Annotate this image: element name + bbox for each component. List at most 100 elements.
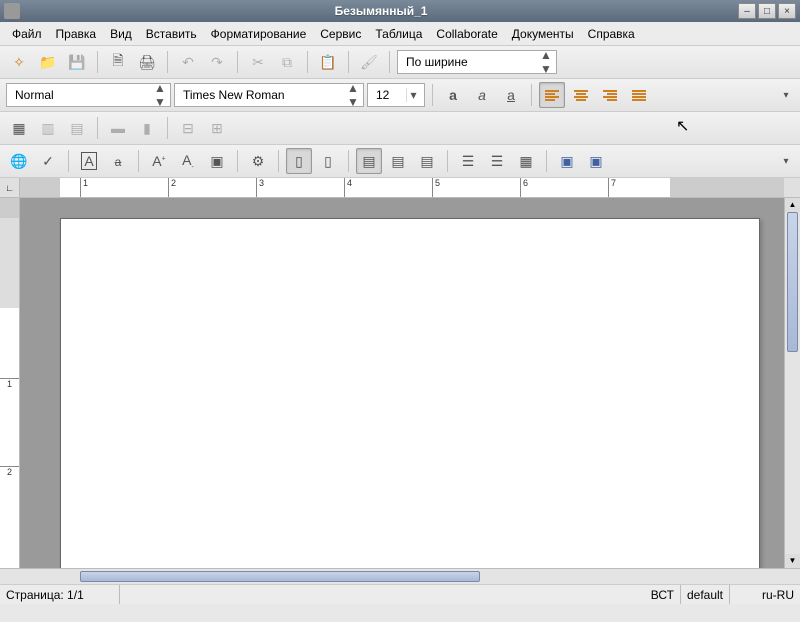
strikethrough-button[interactable]: a — [105, 148, 131, 174]
clone-format-button[interactable]: 🖌 — [356, 49, 382, 75]
list-number-icon: ☰ — [491, 153, 504, 170]
align-center-icon — [574, 89, 588, 102]
menu-documents[interactable]: Документы — [506, 25, 580, 43]
font-color-icon: A — [81, 152, 96, 170]
options-button[interactable]: ⚙ — [245, 148, 271, 174]
undo-button[interactable]: ↶ — [175, 49, 201, 75]
clipboard-icon: 📋 — [319, 54, 336, 71]
scrollbar-thumb[interactable] — [80, 571, 480, 582]
spellcheck-button[interactable]: ✓ — [35, 148, 61, 174]
list-outline-button[interactable]: ▦ — [513, 148, 539, 174]
wrap-icon: ▤ — [391, 153, 404, 170]
menu-tools[interactable]: Сервис — [314, 25, 367, 43]
status-style[interactable]: default — [681, 585, 730, 604]
align-right-button[interactable] — [597, 82, 623, 108]
paste-button[interactable]: 📋 — [315, 49, 341, 75]
delete-column-button[interactable]: ▮ — [134, 115, 160, 141]
toolbar-extra: 🌐 ✓ A a A+ A- ▣ ⚙ ▯ ▯ ▤ ▤ ▤ ☰ ☰ ▦ ▣ ▣ ▾ — [0, 145, 800, 178]
scroll-down-icon[interactable]: ▼ — [785, 554, 800, 568]
toolbar-formatting: Normal ▲▼ Times New Roman ▲▼ 12 ▾ a a a … — [0, 79, 800, 112]
toolbar-more-button[interactable]: ▾ — [778, 156, 794, 167]
underline-button[interactable]: a — [498, 82, 524, 108]
font-size-combo[interactable]: 12 ▾ — [367, 83, 425, 107]
highlight-button[interactable]: ▣ — [204, 148, 230, 174]
print-button[interactable]: 🖨 — [134, 49, 160, 75]
status-language[interactable]: ru-RU — [730, 585, 800, 604]
separator — [167, 51, 168, 73]
insert-table-button[interactable]: ▦ — [6, 115, 32, 141]
header-button[interactable]: ▣ — [554, 148, 580, 174]
footer-button[interactable]: ▣ — [583, 148, 609, 174]
folder-icon: 📁 — [39, 54, 56, 71]
superscript-button[interactable]: A+ — [146, 148, 172, 174]
list-outline-icon: ▦ — [519, 153, 532, 170]
copy-button[interactable]: ⧉ — [274, 49, 300, 75]
insert-row-button[interactable]: ▥ — [35, 115, 61, 141]
list-bullet-button[interactable]: ☰ — [455, 148, 481, 174]
highlight-icon: ▣ — [210, 153, 223, 170]
menu-collaborate[interactable]: Collaborate — [430, 25, 503, 43]
wrap-1-button[interactable]: ▤ — [356, 148, 382, 174]
wrap-3-button[interactable]: ▤ — [414, 148, 440, 174]
font-color-button[interactable]: A — [76, 148, 102, 174]
wrap-2-button[interactable]: ▤ — [385, 148, 411, 174]
merge-cells-button[interactable]: ⊟ — [175, 115, 201, 141]
font-name-combo[interactable]: Times New Roman ▲▼ — [174, 83, 364, 107]
menu-insert[interactable]: Вставить — [140, 25, 203, 43]
close-button[interactable]: × — [778, 3, 796, 19]
align-justify-button[interactable] — [626, 82, 652, 108]
ruler-horizontal[interactable]: 1 2 3 4 5 6 7 — [20, 178, 784, 197]
scrollbar-thumb[interactable] — [787, 212, 798, 352]
scroll-up-icon[interactable]: ▲ — [785, 198, 800, 212]
separator — [237, 150, 238, 172]
insert-column-button[interactable]: ▤ — [64, 115, 90, 141]
hyperlink-button[interactable]: 🌐 — [6, 148, 32, 174]
zoom-combo[interactable]: По ширине ▲▼ — [397, 50, 557, 74]
italic-icon: a — [478, 87, 486, 103]
open-button[interactable]: 📁 — [35, 49, 61, 75]
separator — [447, 150, 448, 172]
cut-button[interactable]: ✂ — [245, 49, 271, 75]
gear-icon: ⚙ — [252, 153, 265, 170]
align-justify-icon — [632, 89, 646, 102]
ruler-corner[interactable]: ∟ — [0, 178, 20, 198]
zoom-value: По ширине — [402, 55, 540, 69]
wrap-icon: ▤ — [362, 153, 375, 170]
menu-format[interactable]: Форматирование — [205, 25, 313, 43]
menu-view[interactable]: Вид — [104, 25, 138, 43]
strikethrough-icon: a — [115, 153, 122, 169]
scrollbar-horizontal[interactable] — [20, 569, 784, 584]
save-button[interactable]: 💾 — [64, 49, 90, 75]
subscript-button[interactable]: A- — [175, 148, 201, 174]
maximize-button[interactable]: □ — [758, 3, 776, 19]
menubar: Файл Правка Вид Вставить Форматирование … — [0, 22, 800, 46]
split-cells-button[interactable]: ⊞ — [204, 115, 230, 141]
page[interactable] — [60, 218, 760, 568]
menu-help[interactable]: Справка — [582, 25, 641, 43]
spinner-icon: ▲▼ — [154, 81, 166, 109]
align-left-button[interactable] — [539, 82, 565, 108]
menu-table[interactable]: Таблица — [369, 25, 428, 43]
insert-column-icon: ▤ — [70, 120, 83, 137]
print-preview-icon: 🗎 — [112, 50, 123, 74]
align-center-button[interactable] — [568, 82, 594, 108]
print-preview-button[interactable]: 🗎 — [105, 49, 131, 75]
list-number-button[interactable]: ☰ — [484, 148, 510, 174]
document-area[interactable] — [20, 198, 784, 568]
delete-row-button[interactable]: ▬ — [105, 115, 131, 141]
menu-file[interactable]: Файл — [6, 25, 48, 43]
bold-button[interactable]: a — [440, 82, 466, 108]
status-insert-mode[interactable]: ВСТ — [645, 585, 681, 604]
frame-1-button[interactable]: ▯ — [286, 148, 312, 174]
frame-2-button[interactable]: ▯ — [315, 148, 341, 174]
italic-button[interactable]: a — [469, 82, 495, 108]
menu-edit[interactable]: Правка — [50, 25, 103, 43]
paragraph-style-combo[interactable]: Normal ▲▼ — [6, 83, 171, 107]
scrollbar-vertical[interactable]: ▲ ▼ — [784, 198, 800, 568]
redo-button[interactable]: ↷ — [204, 49, 230, 75]
new-button[interactable]: ✧ — [6, 49, 32, 75]
minimize-button[interactable]: – — [738, 3, 756, 19]
toolbar-more-button[interactable]: ▾ — [778, 90, 794, 101]
ruler-vertical[interactable]: 1 2 — [0, 198, 20, 568]
insert-row-icon: ▥ — [41, 120, 54, 137]
